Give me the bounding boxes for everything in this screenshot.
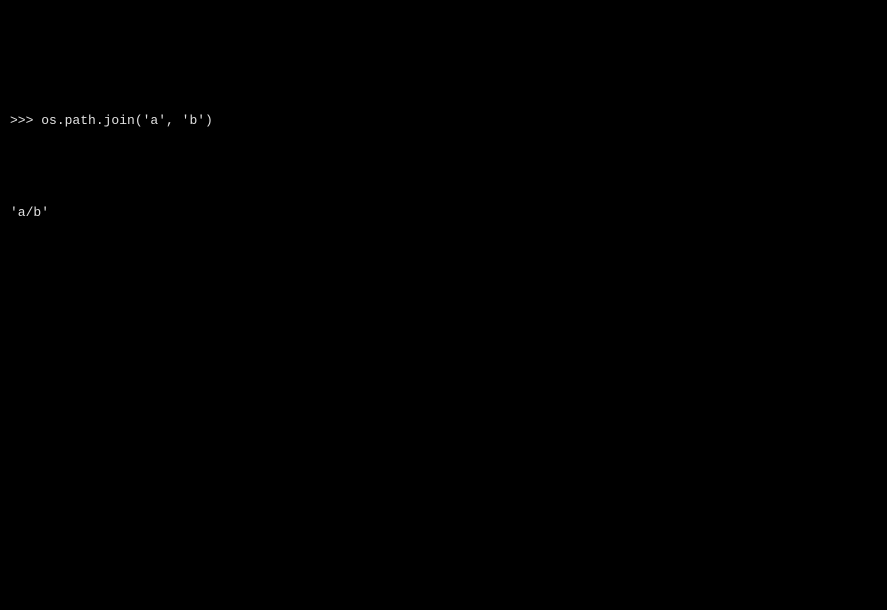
terminal-output: >>> os.path.join('a', 'b') 'a/b': [10, 76, 877, 240]
prompt-symbol: >>>: [10, 112, 41, 130]
prompt-line[interactable]: >>> os.path.join('a', 'b'): [10, 112, 877, 130]
result-line: 'a/b': [10, 204, 877, 222]
input-command: os.path.join('a', 'b'): [41, 112, 213, 130]
